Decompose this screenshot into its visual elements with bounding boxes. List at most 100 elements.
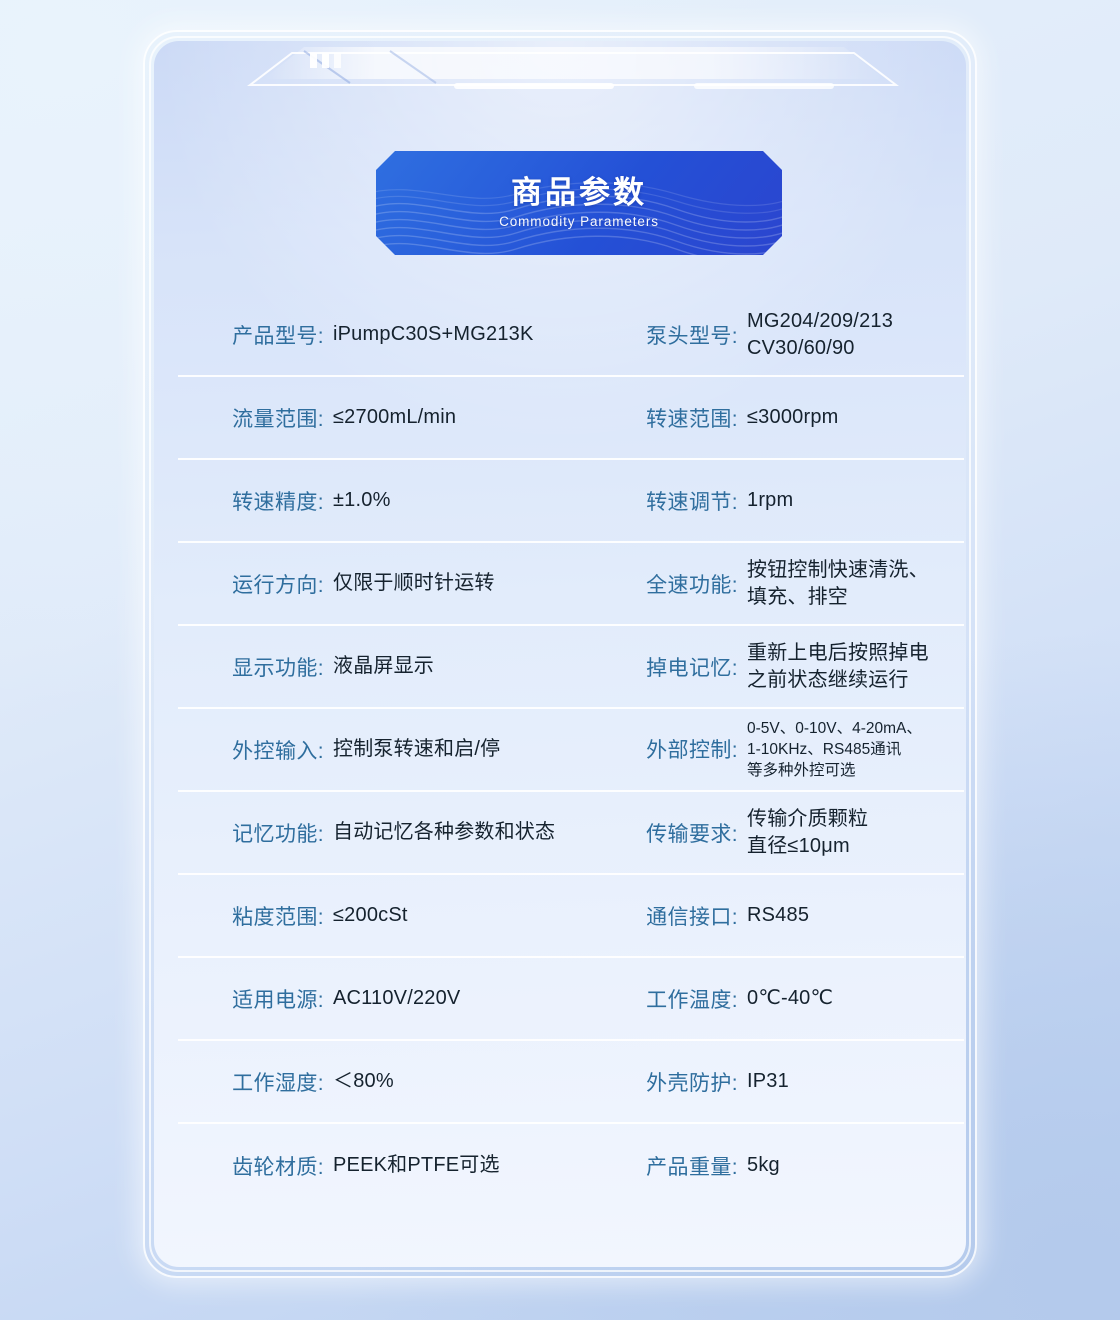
spec-cell-left: 产品型号 iPumpC30S+MG213K — [178, 320, 598, 350]
spec-cell-right: 通信接口 RS485 — [598, 901, 964, 931]
spec-value: ≤200cSt — [324, 902, 408, 928]
spec-value-line: 之前状态继续运行 — [747, 668, 909, 691]
spec-cell-right: 传输要求传输介质颗粒直径≤10μm — [598, 806, 964, 859]
spec-label: 产品型号 — [178, 320, 324, 350]
spec-cell-left: 流量范围 ≤2700mL/min — [178, 403, 598, 433]
spec-row: 转速精度 ±1.0% 转速调节 1rpm — [178, 460, 964, 543]
spec-value-line: 0℃-40℃ — [747, 987, 834, 1010]
spec-label: 工作温度 — [598, 984, 738, 1014]
spec-cell-left: 工作湿度 ＜80% — [178, 1067, 598, 1097]
spec-label: 记忆功能 — [178, 818, 324, 848]
spec-cell-left: 记忆功能自动记忆各种参数和状态 — [178, 818, 598, 848]
spec-value: ±1.0% — [324, 487, 391, 513]
spec-cell-left: 显示功能液晶屏显示 — [178, 652, 598, 682]
spec-label: 齿轮材质 — [178, 1151, 324, 1181]
spec-label: 显示功能 — [178, 652, 324, 682]
spec-label: 转速精度 — [178, 486, 324, 516]
spec-row: 粘度范围 ≤200cSt 通信接口 RS485 — [178, 875, 964, 958]
spec-label: 传输要求 — [598, 818, 738, 848]
spec-value: ≤3000rpm — [738, 404, 839, 430]
spec-label: 产品重量 — [598, 1151, 738, 1181]
spec-value: 1rpm — [738, 487, 793, 513]
spec-label: 外壳防护 — [598, 1067, 738, 1097]
spec-row: 工作湿度 ＜80% 外壳防护 IP31 — [178, 1041, 964, 1124]
banner-title: 商品参数 — [511, 174, 647, 210]
spec-value-line: ≤3000rpm — [747, 406, 839, 429]
spec-value-line: AC110V/220V — [333, 987, 461, 1010]
spec-cell-right: 全速功能按钮控制快速清洗、填充、排空 — [598, 557, 964, 610]
spec-value: ＜80% — [324, 1068, 394, 1094]
spec-table: 产品型号 iPumpC30S+MG213K 泵头型号 MG204/209/213 CV3… — [178, 294, 964, 1207]
spec-label: 转速调节 — [598, 486, 738, 516]
spec-value-line: 填充、排空 — [747, 585, 848, 608]
spec-row: 流量范围 ≤2700mL/min 转速范围 ≤3000rpm — [178, 377, 964, 460]
spec-value-line: 直径≤10μm — [747, 834, 850, 857]
spec-value: PEEK和PTFE可选 — [324, 1152, 500, 1178]
spec-label: 外部控制 — [598, 734, 738, 764]
spec-row: 外控输入控制泵转速和启/停 外部控制0-5V、0-10V、4-20mA、1-10K… — [178, 709, 964, 792]
spec-label: 工作湿度 — [178, 1067, 324, 1097]
section-banner: 商品参数 Commodity Parameters — [376, 151, 782, 255]
spec-value: RS485 — [738, 902, 809, 928]
spec-value: MG204/209/213 CV30/60/90 — [738, 308, 893, 361]
banner-subtitle: Commodity Parameters — [499, 214, 659, 230]
spec-value-line: RS485 — [747, 904, 810, 927]
spec-cell-right: 产品重量 5kg — [598, 1151, 964, 1181]
spec-value: 传输介质颗粒 直径≤10μm — [738, 806, 868, 859]
banner-text-block: 商品参数 Commodity Parameters — [376, 151, 782, 255]
tech-decoration-icon — [247, 47, 899, 89]
spec-cell-left: 运行方向仅限于顺时针运转 — [178, 569, 598, 599]
spec-label: 掉电记忆 — [598, 652, 738, 682]
spec-label: 粘度范围 — [178, 901, 324, 931]
spec-value: 控制泵转速和启/停 — [324, 736, 500, 762]
spec-value-line: ≤2700mL/min — [333, 406, 457, 429]
spec-label: 运行方向 — [178, 569, 324, 599]
spec-row: 适用电源 AC110V/220V 工作温度 0℃-40℃ — [178, 958, 964, 1041]
spec-value-line: CV30/60/90 — [747, 336, 855, 359]
spec-cell-left: 齿轮材质 PEEK和PTFE可选 — [178, 1151, 598, 1181]
spec-label: 流量范围 — [178, 403, 324, 433]
spec-value: 5kg — [738, 1152, 780, 1178]
spec-row: 显示功能液晶屏显示掉电记忆重新上电后按照掉电之前状态继续运行 — [178, 626, 964, 709]
spec-label: 全速功能 — [598, 569, 738, 599]
spec-value-line: ＜80% — [333, 1070, 394, 1093]
spec-row: 齿轮材质 PEEK和PTFE可选 产品重量 5kg — [178, 1124, 964, 1207]
spec-value: 液晶屏显示 — [324, 653, 434, 679]
spec-cell-right: 外部控制 0-5V、0-10V、4-20mA、 1-10KHz、RS485通讯等多种… — [598, 718, 964, 781]
spec-value-line: 5kg — [747, 1154, 780, 1177]
spec-value: AC110V/220V — [324, 985, 460, 1011]
spec-value-line: iPumpC30S+MG213K — [333, 323, 534, 346]
spec-label: 泵头型号 — [598, 320, 738, 350]
spec-cell-right: 泵头型号 MG204/209/213 CV30/60/90 — [598, 308, 964, 361]
spec-value: iPumpC30S+MG213K — [324, 321, 534, 347]
spec-cell-right: 工作温度 0℃-40℃ — [598, 984, 964, 1014]
spec-cell-left: 适用电源 AC110V/220V — [178, 984, 598, 1014]
spec-value: 仅限于顺时针运转 — [324, 570, 495, 596]
spec-value-line: 1rpm — [747, 489, 794, 512]
spec-value: ≤2700mL/min — [324, 404, 456, 430]
spec-row: 记忆功能自动记忆各种参数和状态传输要求传输介质颗粒直径≤10μm — [178, 792, 964, 875]
spec-value: 0-5V、0-10V、4-20mA、 1-10KHz、RS485通讯 等多种外控可选 — [738, 718, 922, 781]
spec-cell-right: 外壳防护 IP31 — [598, 1067, 964, 1097]
spec-value-line: MG204/209/213 — [747, 310, 894, 333]
spec-cell-right: 转速调节 1rpm — [598, 486, 964, 516]
spec-value-line: 重新上电后按照掉电 — [747, 642, 929, 665]
spec-value: 自动记忆各种参数和状态 — [324, 819, 555, 845]
product-spec-card: 商品参数 Commodity Parameters 产品型号 iPumpC30S+… — [143, 30, 977, 1278]
spec-value-line: 自动记忆各种参数和状态 — [333, 821, 556, 844]
spec-label: 转速范围 — [598, 403, 738, 433]
spec-cell-left: 粘度范围 ≤200cSt — [178, 901, 598, 931]
spec-label: 外控输入 — [178, 735, 324, 765]
spec-value: 重新上电后按照掉电 之前状态继续运行 — [738, 640, 929, 693]
spec-value-line: 仅限于顺时针运转 — [333, 572, 495, 595]
spec-cell-left: 转速精度 ±1.0% — [178, 486, 598, 516]
spec-value-line: 传输介质颗粒 — [747, 808, 869, 831]
card-body: 商品参数 Commodity Parameters 产品型号 iPumpC30S+… — [154, 41, 966, 1267]
spec-cell-right: 转速范围 ≤3000rpm — [598, 403, 964, 433]
spec-row: 产品型号 iPumpC30S+MG213K 泵头型号 MG204/209/213 CV3… — [178, 294, 964, 377]
spec-value-line: IP31 — [747, 1070, 789, 1093]
spec-value-line: ≤200cSt — [333, 904, 408, 927]
spec-label: 适用电源 — [178, 984, 324, 1014]
spec-value-line: 等多种外控可选 — [747, 762, 856, 780]
spec-value: 按钮控制快速清洗、 填充、排空 — [738, 557, 929, 610]
